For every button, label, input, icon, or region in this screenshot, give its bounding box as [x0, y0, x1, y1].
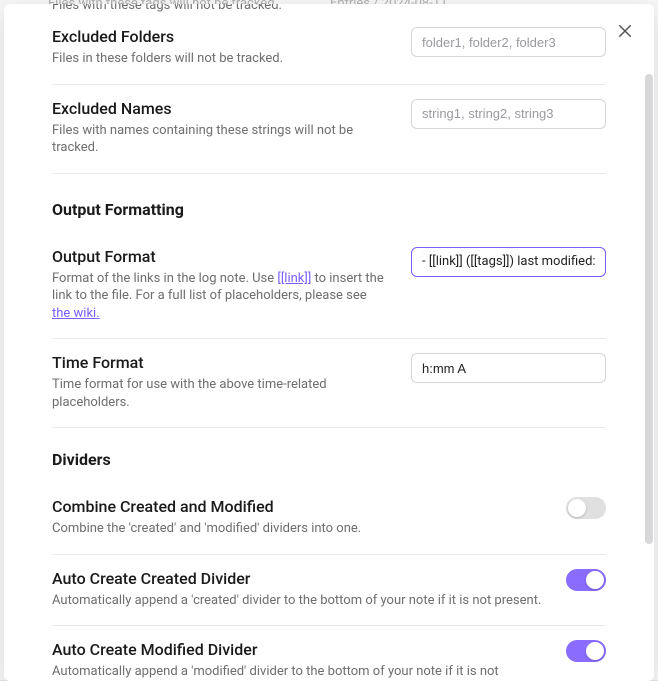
section-output-formatting: Output Formatting [52, 174, 606, 233]
row-output-format: Output Format Format of the links in the… [52, 233, 606, 340]
close-icon [616, 22, 634, 40]
toggle-knob [586, 571, 604, 589]
link-wiki[interactable]: the wiki. [52, 306, 100, 321]
auto-modified-title: Auto Create Modified Divider [52, 640, 542, 659]
auto-modified-toggle[interactable] [566, 640, 606, 662]
scrollbar-thumb[interactable] [645, 74, 653, 544]
excluded-names-title: Excluded Names [52, 99, 387, 118]
excluded-names-desc: Files with names containing these string… [52, 122, 387, 157]
link-placeholder-link[interactable]: [[link]] [277, 271, 311, 286]
output-format-input[interactable]: - [[link]] ([[tags]]) last modified: [411, 247, 606, 277]
row-auto-modified-divider: Auto Create Modified Divider Automatical… [52, 626, 606, 681]
time-format-desc: Time format for use with the above time-… [52, 376, 387, 411]
row-auto-created-divider: Auto Create Created Divider Automaticall… [52, 555, 606, 627]
row-excluded-names: Excluded Names Files with names containi… [52, 85, 606, 174]
settings-modal: Files with these tags will not be tracke… [4, 4, 654, 681]
toggle-knob [586, 642, 604, 660]
output-format-value: - [[link]] ([[tags]]) last modified: [422, 254, 596, 269]
excluded-folders-input[interactable] [411, 27, 606, 57]
truncated-prev-row-desc: Files with these tags will not be tracke… [52, 4, 606, 13]
excluded-folders-title: Excluded Folders [52, 27, 387, 46]
auto-created-toggle[interactable] [566, 569, 606, 591]
time-format-input[interactable] [411, 353, 606, 383]
auto-modified-desc: Automatically append a 'modified' divide… [52, 663, 542, 681]
time-format-title: Time Format [52, 353, 387, 372]
close-button[interactable] [614, 20, 636, 42]
combine-toggle[interactable] [566, 497, 606, 519]
combine-title: Combine Created and Modified [52, 497, 542, 516]
output-format-desc-pre: Format of the links in the log note. Use [52, 271, 277, 286]
auto-created-desc: Automatically append a 'created' divider… [52, 592, 542, 610]
excluded-folders-desc: Files in these folders will not be track… [52, 50, 387, 68]
combine-desc: Combine the 'created' and 'modified' div… [52, 520, 542, 538]
settings-scroll-area: Files with these tags will not be tracke… [4, 4, 654, 681]
row-time-format: Time Format Time format for use with the… [52, 339, 606, 428]
output-format-title: Output Format [52, 247, 387, 266]
auto-created-title: Auto Create Created Divider [52, 569, 542, 588]
section-dividers: Dividers [52, 428, 606, 483]
row-combine-created-modified: Combine Created and Modified Combine the… [52, 483, 606, 555]
output-format-desc: Format of the links in the log note. Use… [52, 270, 387, 323]
excluded-names-input[interactable] [411, 99, 606, 129]
toggle-knob [568, 499, 586, 517]
row-excluded-folders: Excluded Folders Files in these folders … [52, 13, 606, 85]
